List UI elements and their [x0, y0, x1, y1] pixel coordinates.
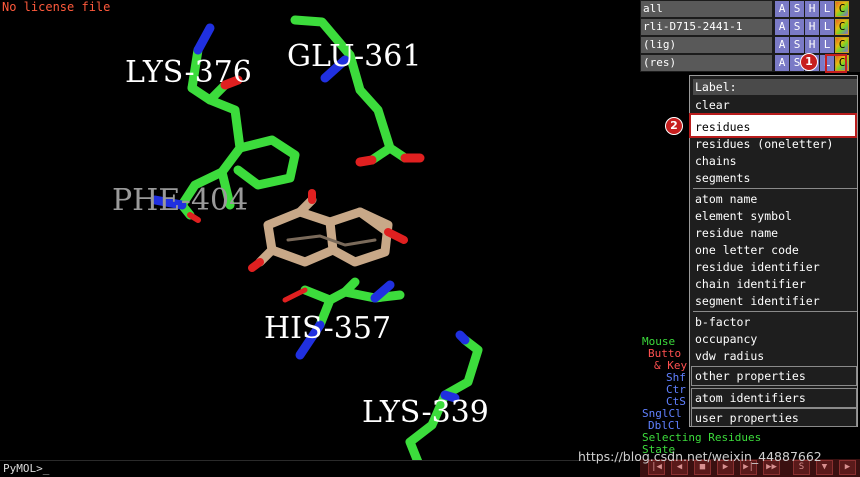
- label-button[interactable]: L: [820, 1, 834, 17]
- menu-separator: [693, 188, 857, 189]
- ligand-sticks: [255, 195, 393, 267]
- menu-item-residue-name[interactable]: residue name: [693, 225, 857, 241]
- object-name[interactable]: (res): [641, 55, 772, 71]
- hide-button[interactable]: H: [805, 1, 819, 17]
- object-row-rli[interactable]: rli-D715-2441-1 A S H L C: [640, 19, 860, 36]
- residue-label-his-357: HIS-357: [264, 311, 392, 346]
- menu-item-residues-highlight[interactable]: residues: [689, 113, 857, 138]
- hide-button[interactable]: H: [805, 37, 819, 53]
- menu-item-chain-identifier[interactable]: chain identifier: [693, 276, 857, 292]
- next-button[interactable]: ▶: [839, 460, 856, 475]
- color-button[interactable]: C: [835, 37, 849, 53]
- command-line-input[interactable]: PyMOL>_: [0, 460, 640, 477]
- label-button[interactable]: L: [820, 19, 834, 35]
- residue-label-lys-376: LYS-376: [125, 55, 252, 90]
- menu-item-user-properties[interactable]: user properties: [693, 410, 857, 426]
- object-name[interactable]: rli-D715-2441-1: [641, 19, 772, 35]
- label-button[interactable]: L: [820, 37, 834, 53]
- color-button[interactable]: C: [835, 19, 849, 35]
- residue-label-phe-404: PHE-404: [112, 183, 249, 218]
- menu-item-atom-name[interactable]: atom name: [693, 191, 857, 207]
- step-2-marker: 2: [665, 117, 683, 135]
- action-button[interactable]: A: [775, 1, 789, 17]
- object-name[interactable]: all: [641, 1, 772, 17]
- menu-item-b-factor[interactable]: b-factor: [693, 314, 857, 330]
- action-button[interactable]: A: [775, 19, 789, 35]
- menu-separator: [693, 311, 857, 312]
- action-button[interactable]: A: [775, 37, 789, 53]
- show-button[interactable]: S: [790, 37, 804, 53]
- hide-button[interactable]: H: [805, 19, 819, 35]
- residue-label-lys-339: LYS-339: [362, 395, 489, 430]
- object-row-lig[interactable]: (lig) A S H L C: [640, 37, 860, 54]
- menu-item-residue-identifier[interactable]: residue identifier: [693, 259, 857, 275]
- license-notice: No license file: [2, 0, 111, 14]
- menu-item-chains[interactable]: chains: [693, 153, 857, 169]
- menu-item-residues-oneletter[interactable]: residues (oneletter): [693, 136, 857, 152]
- menu-item-segment-identifier[interactable]: segment identifier: [693, 293, 857, 309]
- menu-item-element-symbol[interactable]: element symbol: [693, 208, 857, 224]
- menu-item-other-properties[interactable]: other properties: [693, 368, 857, 384]
- object-name[interactable]: (lig): [641, 37, 772, 53]
- label-button-callout-box: [825, 54, 847, 73]
- menu-title: Label:: [693, 79, 857, 95]
- residue-label-glu-361: GLU-361: [287, 39, 422, 74]
- menu-item-one-letter-code[interactable]: one letter code: [693, 242, 857, 258]
- molecular-viewport[interactable]: No license file LYS-376 GLU-361 PHE-404 …: [0, 0, 640, 460]
- menu-item-atom-identifiers[interactable]: atom identifiers: [693, 390, 857, 406]
- object-row-all[interactable]: all A S H L C: [640, 1, 860, 18]
- menu-item-segments[interactable]: segments: [693, 170, 857, 186]
- show-button[interactable]: S: [790, 1, 804, 17]
- show-button[interactable]: S: [790, 19, 804, 35]
- menu-item-clear[interactable]: clear: [693, 97, 857, 113]
- color-button[interactable]: C: [835, 1, 849, 17]
- watermark: https://blog.csdn.net/weixin_44887662: [578, 449, 822, 464]
- action-button[interactable]: A: [775, 55, 789, 71]
- menu-item-vdw-radius[interactable]: vdw radius: [693, 348, 857, 364]
- step-1-marker: 1: [800, 53, 818, 71]
- menu-item-occupancy[interactable]: occupancy: [693, 331, 857, 347]
